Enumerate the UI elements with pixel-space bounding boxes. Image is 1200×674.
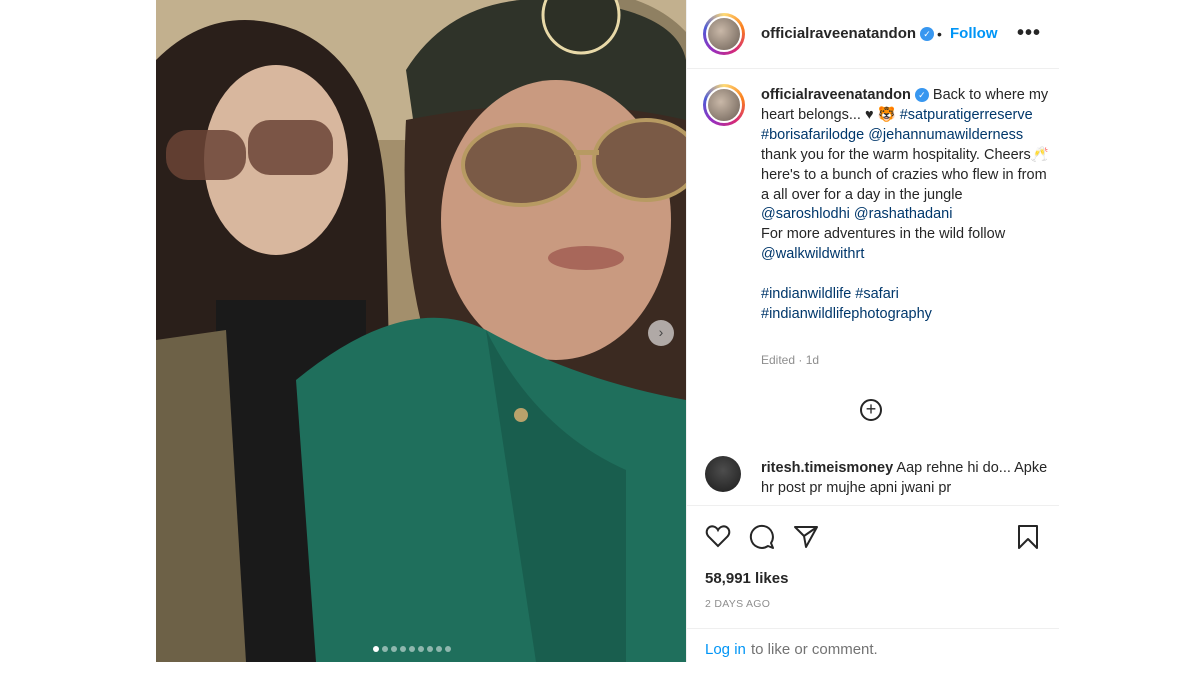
login-prompt: Log in to like or comment. (687, 628, 1059, 664)
caption-mentions[interactable]: @saroshlodhi @rashathadani (761, 206, 952, 222)
post-header: officialraveenatandon ✓ • Follow ••• (687, 0, 1059, 69)
caption-text-2: thank you for the warm hospitality. Chee… (761, 146, 1049, 203)
caption-tags-2[interactable]: #indianwildlife #safari #indianwildlifep… (761, 286, 932, 322)
follow-button[interactable]: Follow (950, 25, 998, 42)
save-bookmark-icon[interactable] (1017, 524, 1039, 550)
author-username[interactable]: officialraveenatandon ✓ (761, 25, 935, 42)
verified-badge-icon: ✓ (920, 27, 935, 42)
separator-dot: • (937, 26, 942, 42)
carousel-dot (373, 646, 379, 652)
post-modal: › officialraveenatandon ✓ • Follow ••• of… (156, 0, 1059, 662)
comment-item: ritesh.timeismoney Aap rehne hi do... Ap… (761, 458, 1051, 502)
caption-author-avatar[interactable] (703, 84, 745, 126)
login-link[interactable]: Log in (705, 641, 746, 658)
more-options-icon[interactable]: ••• (1017, 22, 1041, 45)
commenter-avatar[interactable] (705, 456, 741, 492)
commenter-username[interactable]: ritesh.timeismoney (761, 460, 893, 476)
carousel-next-button[interactable]: › (648, 320, 674, 346)
carousel-dot (382, 646, 388, 652)
likes-count[interactable]: 58,991 likes (705, 570, 788, 587)
verified-badge-icon: ✓ (914, 88, 929, 103)
login-prompt-text: to like or comment. (751, 641, 878, 658)
caption-username[interactable]: officialraveenatandon (761, 87, 911, 103)
post-actions: 58,991 likes 2 DAYS AGO Log in to like o… (687, 505, 1059, 663)
post-photo[interactable]: › (156, 0, 686, 662)
caption-text-3: For more adventures in the wild follow (761, 226, 1006, 243)
post-caption: officialraveenatandon ✓ Back to where my … (761, 86, 1051, 325)
carousel-dot (391, 646, 397, 652)
carousel-dot (400, 646, 406, 652)
heart-icon[interactable] (705, 524, 731, 548)
post-side-panel: officialraveenatandon ✓ • Follow ••• offi… (686, 0, 1059, 662)
carousel-dot (427, 646, 433, 652)
author-username-text[interactable]: officialraveenatandon (761, 25, 916, 42)
post-timestamp: 2 DAYS AGO (705, 598, 771, 610)
share-icon[interactable] (793, 524, 819, 550)
carousel-dot (418, 646, 424, 652)
carousel-dot (409, 646, 415, 652)
carousel-dot (436, 646, 442, 652)
carousel-dot (445, 646, 451, 652)
edited-timestamp: Edited · 1d (761, 353, 820, 367)
load-more-comments-icon[interactable]: + (860, 399, 882, 421)
comment-icon[interactable] (749, 524, 775, 550)
caption-mention-walkwild[interactable]: @walkwildwithrt (761, 246, 864, 262)
carousel-indicator (373, 639, 454, 652)
photo-illustration (156, 0, 686, 662)
author-avatar[interactable] (703, 13, 745, 55)
